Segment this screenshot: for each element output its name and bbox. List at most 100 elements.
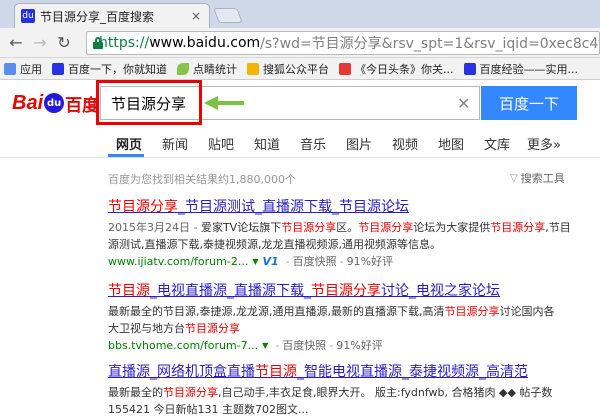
url-path: /s?wd=节目源分享&rsv_spt=1&rsv_iqid=0xec8c4fa… <box>260 36 600 52</box>
logo-text-baidu: 百度 <box>65 95 100 116</box>
tab-tieba[interactable]: 贴吧 <box>208 134 234 153</box>
tab-news[interactable]: 新闻 <box>162 134 188 153</box>
title-text: 直播源_网络机顶盒直播 <box>108 364 255 380</box>
url-scheme: https:// <box>99 35 150 51</box>
result-count: 百度为您找到相关结果约1,880,000个 <box>108 173 296 186</box>
bookmark-apps[interactable]: 应用 <box>4 61 42 77</box>
rating-link[interactable]: 91%好评 <box>347 253 393 270</box>
active-tab-indicator <box>108 154 144 157</box>
bookmark-sohu[interactable]: 搜狐公众平台 <box>247 61 329 77</box>
abstract-highlight: 节目源分享 <box>185 322 240 335</box>
result-abstract: 2015年3月24日 - 爱家TV论坛旗下节目源分享区。节目源分享论坛为大家提供… <box>108 219 578 253</box>
bookmark-label: 《今日头条》你关... <box>355 62 454 76</box>
url-host: www.baidu.com <box>149 35 261 51</box>
close-tab-icon[interactable]: × <box>189 9 203 23</box>
bookmark-toutiao[interactable]: 《今日头条》你关... <box>339 61 454 77</box>
abstract-highlight: 节目源分享 <box>358 221 414 234</box>
tab-more[interactable]: 更多» <box>527 134 561 153</box>
bookmark-dianjing[interactable]: 点睛统计 <box>177 61 237 77</box>
title-highlight: 节目源 <box>255 364 297 380</box>
abstract-text: ,自己动手,丰衣足食,眼界大开。 版主:fydnfwb, 合格猪肉 ◆◆ 帖子数 <box>218 386 553 399</box>
abstract-highlight: 节目源分享 <box>490 221 546 234</box>
bookmarks-bar: 应用 百度一下，你就知道 点睛统计 搜狐公众平台 《今日头条》你关... 百度经… <box>0 58 600 80</box>
result-title-link[interactable]: 节目源_电视直播源_直播源下载_节目源分享讨论_电视之家论坛 <box>108 280 578 300</box>
abstract-text: 源测试,直播源下载,泰捷视频源,龙龙直播视频源,通用视频源等信息。 <box>108 238 441 251</box>
title-text: _智能电视直播源_泰捷视频源_高清范 <box>297 364 528 380</box>
result-url: www.ijiatv.com/forum-2... <box>108 255 249 268</box>
vertical-tabs: 网页 新闻 贴吧 知道 音乐 图片 视频 地图 文库 更多» <box>0 128 600 158</box>
clear-query-icon[interactable]: ✕ <box>457 94 470 113</box>
forward-arrow-icon[interactable]: → <box>28 31 52 55</box>
tab-title: 节目源分享_百度搜索 <box>40 9 155 24</box>
result-url: bbs.tvhome.com/forum-7... <box>108 339 259 352</box>
browser-tab[interactable]: du 节目源分享_百度搜索 × <box>14 3 210 28</box>
tab-music[interactable]: 音乐 <box>300 134 326 153</box>
abstract-text: 大卫视与地方台 <box>108 322 185 335</box>
tab-wenku[interactable]: 文库 <box>484 134 510 153</box>
snapshot-link[interactable]: 百度快照 <box>282 337 326 354</box>
baidu-paw-icon <box>52 62 64 75</box>
abstract-text: 155421 今日新帖131 主题数702图文... <box>108 403 309 416</box>
address-bar[interactable]: https:// www.baidu.com /s?wd=节目源分享&rsv_s… <box>86 31 600 55</box>
bookmark-label: 点睛统计 <box>193 62 237 76</box>
back-arrow-icon[interactable]: ← <box>4 31 28 55</box>
tab-images[interactable]: 图片 <box>346 134 372 153</box>
filter-icon: ▽ <box>510 172 518 184</box>
v1-badge-icon[interactable]: V1 <box>262 253 278 270</box>
abstract-text: 讨论国内各 <box>499 305 555 318</box>
search-result: 直播源_网络机顶盒直播节目源_智能电视直播源_泰捷视频源_高清范 最新最全的节目… <box>108 361 578 418</box>
new-tab-button[interactable] <box>213 8 243 23</box>
search-tools-button[interactable]: ▽ 搜索工具 <box>510 170 565 186</box>
separator: - <box>275 339 280 352</box>
tab-zhidao[interactable]: 知道 <box>254 134 280 153</box>
abstract-highlight: 节目源分享 <box>163 386 218 399</box>
abstract-highlight: 节目源分享 <box>281 221 337 234</box>
title-highlight: 节目源分享 <box>108 199 178 215</box>
abstract-text: ,节目 <box>545 221 571 234</box>
result-title-link[interactable]: 直播源_网络机顶盒直播节目源_智能电视直播源_泰捷视频源_高清范 <box>108 361 578 381</box>
separator: - <box>285 255 290 268</box>
abstract-text: 最新最全的节目源,泰捷源,龙龙源,通用直播源,最新的直播源下载,高清 <box>108 305 445 318</box>
tab-map[interactable]: 地图 <box>438 134 464 153</box>
search-button[interactable]: 百度一下 <box>481 86 577 120</box>
baidu-paw-icon <box>463 62 476 75</box>
result-title-link[interactable]: 节目源分享_节目源测试_直播源下载_节目源论坛 <box>108 196 578 216</box>
title-text: 讨论_电视之家论坛 <box>381 283 500 299</box>
tab-web[interactable]: 网页 <box>116 134 142 153</box>
bookmark-baidu[interactable]: 百度一下，你就知道 <box>52 61 167 77</box>
result-meta: bbs.tvhome.com/forum-7... ▼ - 百度快照 - 91%… <box>108 337 578 354</box>
abstract-text: 论坛为大家提供 <box>413 221 491 234</box>
url-dropdown-icon[interactable]: ▼ <box>262 337 268 354</box>
result-abstract: 最新最全的节目源分享,自己动手,丰衣足食,眼界大开。 版主:fydnfwb, 合… <box>108 384 578 418</box>
title-highlight: 节目源 <box>108 283 150 299</box>
reload-icon[interactable]: ↻ <box>52 31 76 55</box>
baidu-logo[interactable]: Bai du 百度 <box>12 92 100 116</box>
title-highlight: 节目源分享 <box>311 283 381 299</box>
toutiao-icon <box>339 62 351 75</box>
search-result: 节目源分享_节目源测试_直播源下载_节目源论坛 2015年3月24日 - 爱家T… <box>108 196 578 270</box>
separator: - <box>339 255 344 268</box>
bookmark-baidu-jingyan[interactable]: 百度经验——实用... <box>463 61 578 77</box>
rating-link[interactable]: 91%好评 <box>336 337 382 354</box>
url-dropdown-icon[interactable]: ▼ <box>252 253 258 270</box>
tab-video[interactable]: 视频 <box>392 134 418 153</box>
tab-strip: du 节目源分享_百度搜索 × <box>0 0 600 28</box>
snapshot-link[interactable]: 百度快照 <box>293 253 337 270</box>
abstract-text: 爱家TV论坛旗下 <box>200 221 282 234</box>
baidu-paw-icon: du <box>44 93 65 113</box>
bookmark-label: 应用 <box>20 62 42 76</box>
abstract-text: 最新最全的 <box>108 386 163 399</box>
search-tools-label: 搜索工具 <box>520 172 565 185</box>
bookmark-label: 搜狐公众平台 <box>263 62 329 76</box>
annotation-arrow-icon <box>204 96 244 110</box>
result-abstract: 最新最全的节目源,泰捷源,龙龙源,通用直播源,最新的直播源下载,高清节目源分享讨… <box>108 303 578 337</box>
highlight-annotation-box <box>96 80 202 125</box>
title-text: _电视直播源_直播源下载_ <box>150 283 311 299</box>
abstract-highlight: 节目源分享 <box>444 305 500 318</box>
browser-toolbar: ← → ↻ https:// www.baidu.com /s?wd=节目源分享… <box>0 28 600 58</box>
separator: - <box>329 339 334 352</box>
search-result: 节目源_电视直播源_直播源下载_节目源分享讨论_电视之家论坛 最新最全的节目源,… <box>108 280 578 354</box>
abstract-text: 区。 <box>336 221 359 234</box>
leaf-icon <box>177 62 189 75</box>
sohu-fox-icon <box>247 62 259 75</box>
